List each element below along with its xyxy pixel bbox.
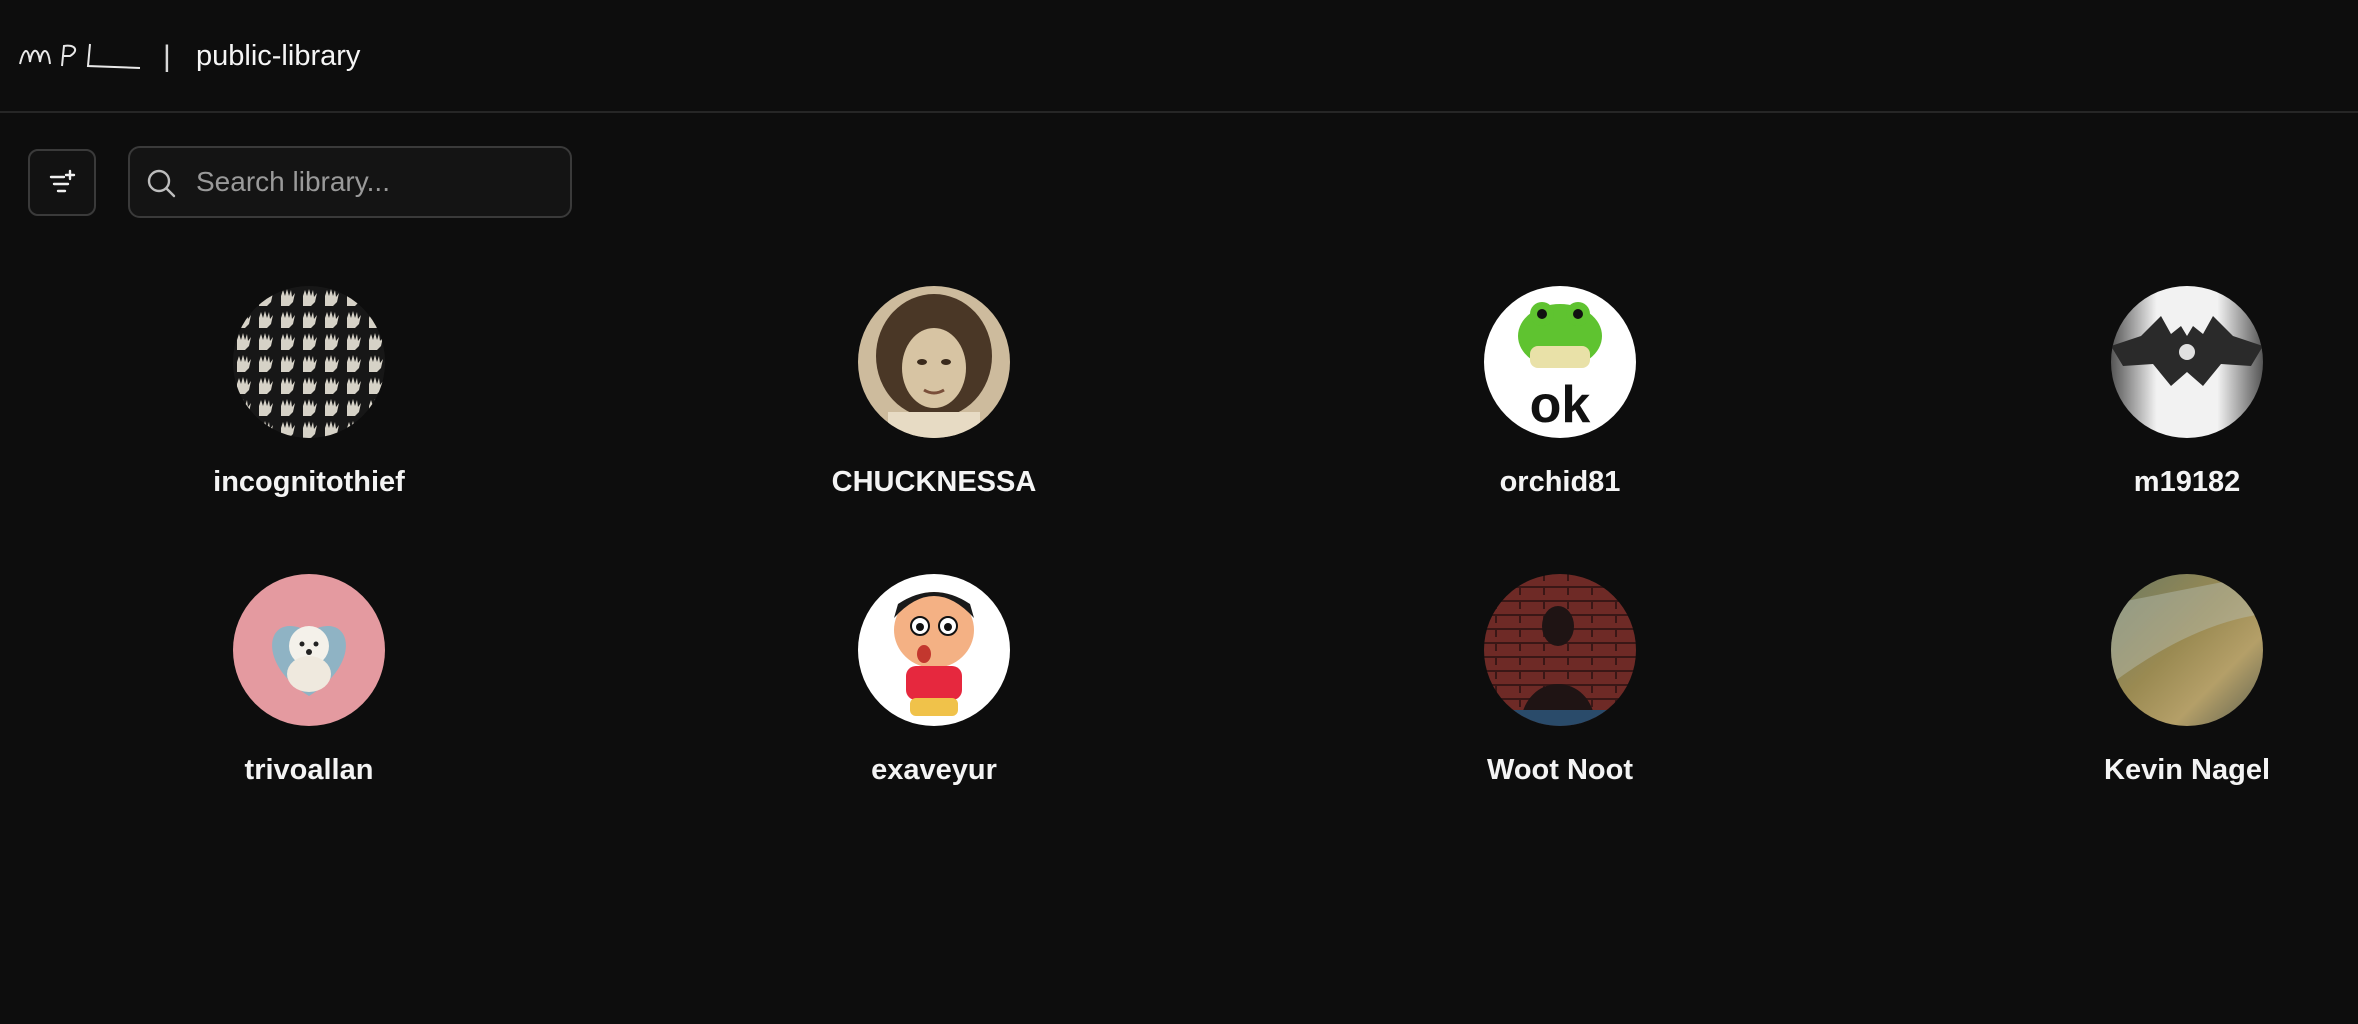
wpl-logo[interactable]: [18, 38, 142, 72]
profile-card[interactable]: CHUCKNESSA: [774, 286, 1094, 526]
profile-name[interactable]: CHUCKNESSA: [774, 464, 1094, 500]
profile-card[interactable]: m19182: [2027, 286, 2347, 526]
avatar[interactable]: ok: [1484, 286, 1636, 438]
avatar[interactable]: [233, 574, 385, 726]
svg-text:ok: ok: [1530, 376, 1591, 434]
avatar[interactable]: [2111, 574, 2263, 726]
avatar[interactable]: [858, 286, 1010, 438]
page-title[interactable]: public-library: [196, 36, 360, 76]
profile-name[interactable]: trivoallan: [149, 752, 469, 788]
profile-name[interactable]: orchid81: [1400, 464, 1720, 500]
profile-card[interactable]: trivoallan: [149, 574, 469, 814]
profile-name[interactable]: Woot Noot: [1400, 752, 1720, 788]
profile-card[interactable]: incognitothief: [149, 286, 469, 526]
avatar[interactable]: [2111, 286, 2263, 438]
search-box[interactable]: [128, 146, 572, 218]
avatar[interactable]: [233, 286, 385, 438]
profile-card[interactable]: exaveyur: [774, 574, 1094, 814]
filter-add-icon: [49, 169, 76, 192]
avatar[interactable]: [1484, 574, 1636, 726]
top-header: | public-library: [0, 0, 2358, 113]
profile-card[interactable]: ok orchid81: [1400, 286, 1720, 526]
profile-card[interactable]: Kevin Nagel: [2027, 574, 2347, 814]
profile-card[interactable]: Woot Noot: [1400, 574, 1720, 814]
profile-name[interactable]: Kevin Nagel: [2027, 752, 2347, 788]
filter-button[interactable]: [28, 149, 96, 216]
header-separator: |: [163, 40, 171, 73]
avatar[interactable]: [858, 574, 1010, 726]
profile-name[interactable]: m19182: [2027, 464, 2347, 500]
profile-name[interactable]: incognitothief: [149, 464, 469, 500]
search-input[interactable]: [194, 148, 564, 216]
search-icon: [147, 169, 176, 198]
profile-name[interactable]: exaveyur: [774, 752, 1094, 788]
